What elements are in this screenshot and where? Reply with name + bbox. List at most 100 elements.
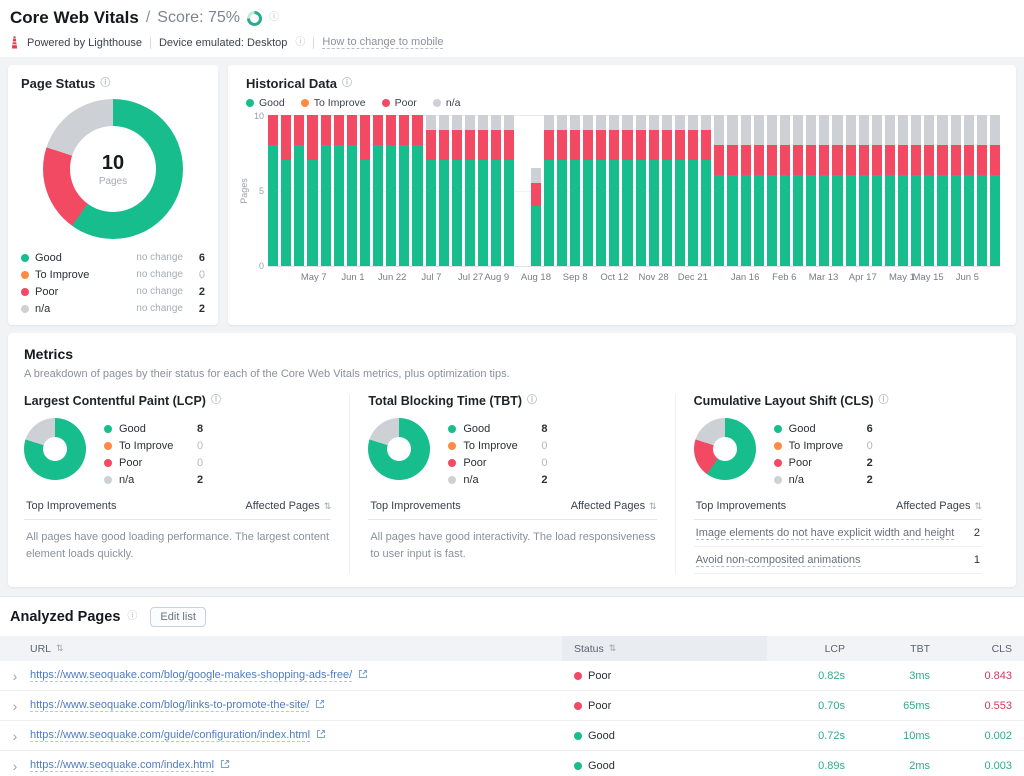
sort-icon[interactable]: ⇅ <box>609 643 617 654</box>
sort-icon[interactable]: ⇅ <box>974 501 982 512</box>
improvement-link[interactable]: Avoid non-composited animations <box>695 554 861 567</box>
info-icon[interactable]: ⓘ <box>100 78 110 89</box>
stacked-bar <box>412 115 423 266</box>
na-segment <box>543 115 554 131</box>
url-cell: https://www.seoquake.com/index.html <box>30 759 562 772</box>
stacked-bar <box>622 115 633 266</box>
stacked-bar <box>517 115 527 266</box>
good-segment <box>373 145 384 266</box>
na-segment <box>898 115 909 146</box>
stacked-bar <box>832 115 843 266</box>
legend-item: Good 8 <box>104 420 331 437</box>
improvement-link[interactable]: Image elements do not have explicit widt… <box>695 527 955 540</box>
legend-item: To Improve 0 <box>104 437 331 454</box>
legend-item: n/a <box>432 97 460 109</box>
cls-value: 0.843 <box>984 669 1012 682</box>
info-icon[interactable]: ⓘ <box>342 78 352 89</box>
status-label: Good <box>588 759 615 772</box>
poor-segment <box>766 145 777 176</box>
status-dot-icon <box>574 701 582 710</box>
poor-segment <box>268 115 279 146</box>
metric-donut-chart <box>368 418 431 480</box>
poor-segment <box>648 130 659 161</box>
info-icon[interactable]: ⓘ <box>127 612 137 622</box>
legend-label: n/a <box>119 473 135 486</box>
page-url-link[interactable]: https://www.seoquake.com/guide/configura… <box>30 729 311 742</box>
metric-note: All pages have good interactivity. The l… <box>370 531 656 560</box>
legend-item: To Improve 0 <box>773 437 982 454</box>
improvements-header-left: Top Improvements <box>695 500 787 512</box>
good-segment <box>727 175 738 266</box>
page-url-link[interactable]: https://www.seoquake.com/blog/links-to-p… <box>30 699 310 712</box>
external-link-icon[interactable] <box>315 699 325 712</box>
info-icon[interactable]: ⓘ <box>295 37 305 48</box>
external-link-icon[interactable] <box>220 759 230 772</box>
stacked-bar <box>464 115 475 266</box>
na-segment <box>806 115 817 146</box>
page-url-link[interactable]: https://www.seoquake.com/blog/google-mak… <box>30 669 353 682</box>
info-icon[interactable]: ⓘ <box>879 396 889 406</box>
na-segment <box>845 115 856 146</box>
external-link-icon[interactable] <box>316 729 326 742</box>
metric-donut-chart <box>693 418 756 480</box>
legend-label: Good <box>259 97 285 109</box>
donut-center: 10 Pages <box>70 126 156 212</box>
legend-item: Poor <box>381 97 417 109</box>
info-icon[interactable]: ⓘ <box>211 396 221 406</box>
legend-dot-icon <box>381 99 390 107</box>
info-icon[interactable]: ⓘ <box>527 396 537 406</box>
poor-segment <box>478 130 489 161</box>
poor-segment <box>333 115 344 146</box>
status-cell: Good <box>562 760 767 772</box>
legend-dot-icon <box>773 475 782 484</box>
edit-list-button[interactable]: Edit list <box>150 607 206 627</box>
column-url[interactable]: URL <box>30 643 51 655</box>
column-lcp[interactable]: LCP <box>767 643 857 655</box>
legend-item: n/a no change 2 <box>21 300 205 317</box>
legend-dot-icon <box>21 253 29 262</box>
expand-chevron-icon[interactable]: › <box>0 699 30 713</box>
sort-icon[interactable]: ⇅ <box>56 643 64 654</box>
status-dot-icon <box>574 761 582 770</box>
expand-chevron-icon[interactable]: › <box>0 759 30 773</box>
legend-dot-icon <box>300 99 309 107</box>
good-segment <box>976 175 987 266</box>
change-to-mobile-link[interactable]: How to change to mobile <box>322 36 444 49</box>
legend-label: Good <box>463 422 491 435</box>
stacked-bar <box>320 115 331 266</box>
expand-chevron-icon[interactable]: › <box>0 729 30 743</box>
good-segment <box>911 175 922 266</box>
metric-legend: Good 8 To Improve 0 Poor 0 n/a 2 <box>104 418 331 488</box>
poor-segment <box>727 145 738 176</box>
sort-icon[interactable]: ⇅ <box>649 501 657 512</box>
legend-change: no change <box>136 286 183 297</box>
status-cell: Good <box>562 730 767 742</box>
legend-item: Poor 0 <box>448 454 656 471</box>
page-status-legend: Good no change 6 To Improve no change 0 Poor no… <box>21 249 205 317</box>
legend-label: Poor <box>35 285 59 298</box>
poor-segment <box>832 145 843 176</box>
column-status[interactable]: Status <box>574 643 604 655</box>
stacked-bar <box>556 115 567 266</box>
sort-icon[interactable]: ⇅ <box>324 501 332 512</box>
column-cls[interactable]: CLS <box>942 643 1024 655</box>
legend-dot-icon <box>246 99 254 107</box>
legend-label: To Improve <box>788 439 844 452</box>
legend-label: Good <box>119 422 146 435</box>
metric-title-text: Total Blocking Time (TBT) <box>368 394 523 408</box>
legend-label: Poor <box>463 456 487 469</box>
good-segment <box>871 175 882 266</box>
poor-segment <box>622 130 633 161</box>
expand-chevron-icon[interactable]: › <box>0 669 30 683</box>
column-tbt[interactable]: TBT <box>857 643 942 655</box>
info-icon[interactable]: ⓘ <box>269 13 279 23</box>
legend-label: Good <box>788 422 816 435</box>
na-segment <box>714 115 725 146</box>
stacked-bar <box>674 115 685 266</box>
external-link-icon[interactable] <box>358 669 368 682</box>
page-url-link[interactable]: https://www.seoquake.com/index.html <box>30 759 215 772</box>
table-header: URL ⇅ Status ⇅ LCP TBT CLS <box>0 636 1024 661</box>
poor-segment <box>701 130 712 161</box>
na-segment <box>504 115 515 131</box>
metric-title: Cumulative Layout Shift (CLS) ⓘ <box>694 394 982 408</box>
